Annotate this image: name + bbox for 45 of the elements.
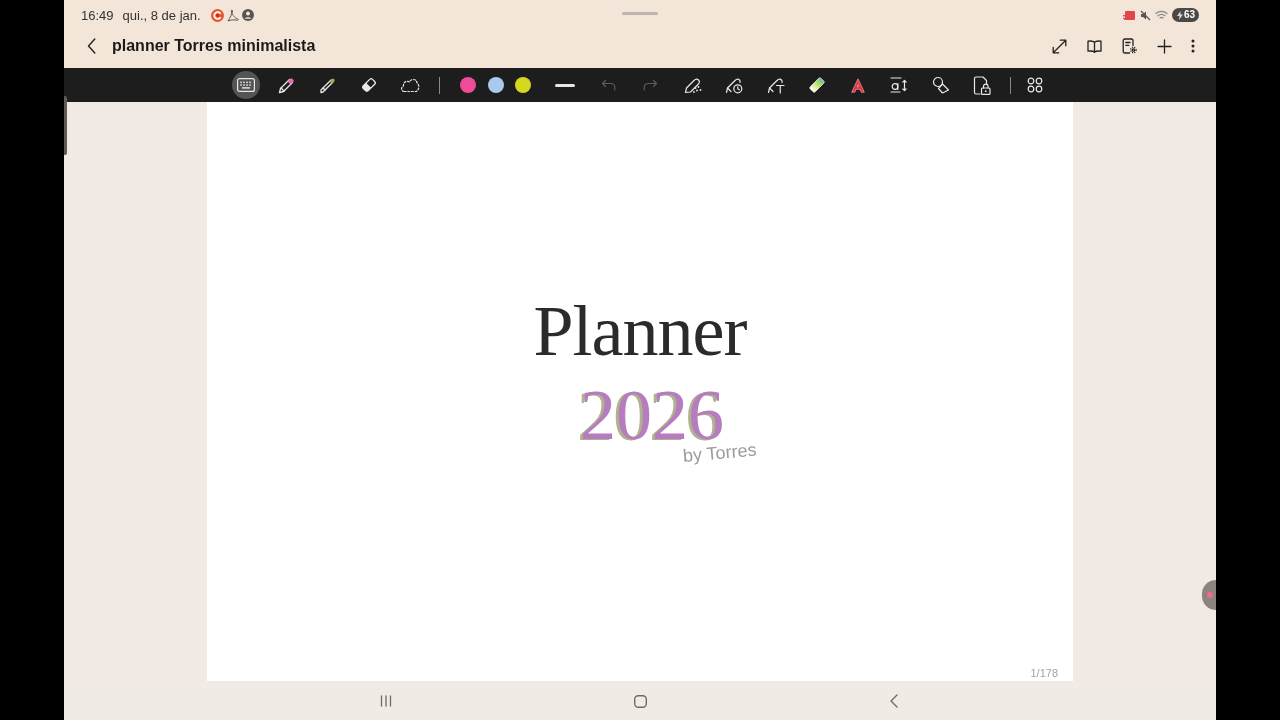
charging-icon <box>1176 10 1183 20</box>
dot-icon[interactable] <box>1207 592 1213 598</box>
account-icon <box>241 9 254 21</box>
status-date: qui., 8 de jan. <box>122 7 201 23</box>
recent-apps-icon[interactable] <box>380 695 392 707</box>
cover-year: 2026 <box>580 390 724 440</box>
drag-handle[interactable] <box>622 12 658 15</box>
document-lock-icon[interactable] <box>973 75 992 95</box>
back-icon[interactable] <box>86 38 96 54</box>
more-icon[interactable] <box>1191 39 1195 53</box>
expand-icon[interactable] <box>1051 38 1067 54</box>
mute-icon <box>1139 9 1151 21</box>
app-icon <box>210 8 224 22</box>
side-handle[interactable] <box>64 96 67 155</box>
eraser-icon[interactable] <box>360 76 378 94</box>
pen-sparkle-icon[interactable] <box>684 76 702 94</box>
keyboard-icon[interactable] <box>237 78 255 92</box>
document-gear-icon[interactable] <box>1121 38 1137 54</box>
floating-button[interactable] <box>1202 580 1216 610</box>
pen-clock-icon[interactable] <box>725 76 744 94</box>
book-icon[interactable] <box>1086 39 1102 53</box>
text-spacing-icon[interactable] <box>890 77 909 93</box>
status-time: 16:49 <box>81 7 114 23</box>
document-title: planner Torres minimalista <box>112 37 316 55</box>
grid-icon[interactable] <box>1027 77 1044 93</box>
home-icon[interactable] <box>633 694 647 708</box>
shapes-icon[interactable] <box>931 76 950 94</box>
letter-a-icon[interactable] <box>851 77 866 93</box>
wifi-icon <box>1154 10 1168 20</box>
plus-icon[interactable] <box>1156 38 1172 54</box>
cover-byline: by Torres <box>682 440 758 465</box>
keyboard-tool-button[interactable] <box>232 71 260 99</box>
thick-line-icon[interactable] <box>555 83 575 87</box>
pen-icon[interactable] <box>278 76 296 94</box>
battery-percent: 63 <box>1183 9 1195 21</box>
color-swatch-icon[interactable] <box>460 77 476 93</box>
cover-title: Planner <box>533 295 747 367</box>
cast-icon <box>1121 9 1136 21</box>
color-swatch-icon[interactable] <box>515 77 531 93</box>
swirl-icon <box>226 8 239 22</box>
pen-text-icon[interactable] <box>766 76 785 94</box>
lasso-icon[interactable] <box>400 77 420 93</box>
page-number: 1/178 <box>1030 667 1058 679</box>
color-swatch-icon[interactable] <box>487 77 504 93</box>
highlighter-icon[interactable] <box>319 76 337 94</box>
